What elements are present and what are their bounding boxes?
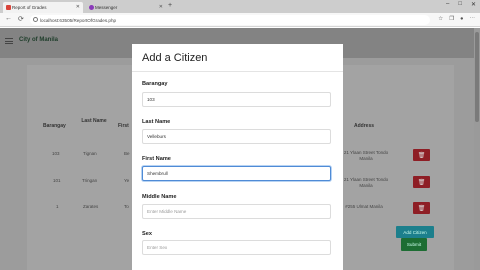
barangay-input[interactable]: 103	[142, 92, 331, 107]
address-bar: ← ⟳ localhost:63505/ReportOfGrades.php ☆…	[0, 13, 480, 27]
close-tab-icon[interactable]: ✕	[76, 4, 80, 10]
cell-barangay: 1	[56, 204, 59, 209]
last-name-input[interactable]: Velleburs	[142, 129, 331, 144]
first-name-input[interactable]: Shembrull	[142, 166, 331, 181]
cell-first: Ye	[124, 178, 130, 183]
browser-actions: ☆ ❐ ● ⋯	[438, 16, 475, 22]
modal-divider	[132, 71, 343, 72]
first-name-label: First Name	[142, 156, 171, 162]
cell-address: #255 Ulmat Manila	[345, 204, 383, 209]
more-icon[interactable]: ⋯	[470, 16, 476, 22]
cell-last-name: Tignan	[83, 151, 97, 156]
delete-button[interactable]: 🗑	[413, 149, 430, 161]
brand-title: City of Manila	[19, 37, 59, 43]
middle-name-input[interactable]: Enter Middle Name	[142, 204, 331, 219]
header-last-name: Last Name	[81, 118, 107, 124]
url-field[interactable]: localhost:63505/ReportOfGrades.php	[30, 15, 430, 25]
sex-label: Sex	[142, 231, 152, 237]
cell-first: To	[124, 204, 129, 209]
tab-label: Messenger	[95, 5, 118, 10]
favicon-icon	[6, 5, 11, 10]
cell-last-name: Tringan	[82, 178, 98, 183]
cell-address: 21 Ylaan Street Tondo Manila	[343, 177, 389, 188]
favorites-icon[interactable]: ☆	[438, 16, 443, 22]
tab-report-of-grades[interactable]: Report of Grades ✕	[3, 2, 83, 13]
refresh-icon[interactable]: ⟳	[18, 15, 24, 23]
back-icon[interactable]: ←	[5, 15, 12, 22]
browser-tabstrip: Report of Grades ✕ Messenger ✕ + – □ ✕	[0, 0, 480, 13]
header-address: Address	[354, 123, 375, 129]
trash-icon: 🗑	[417, 205, 426, 212]
last-name-label: Last Name	[142, 119, 171, 125]
scrollbar-thumb[interactable]	[475, 32, 479, 122]
add-citizen-button[interactable]: Add Citizen	[396, 226, 434, 238]
new-tab-button[interactable]: +	[168, 2, 172, 9]
modal-title: Add a Citizen	[142, 52, 208, 64]
trash-icon: 🗑	[417, 179, 426, 186]
tab-label: Report of Grades	[12, 5, 47, 10]
close-tab-icon[interactable]: ✕	[159, 4, 163, 10]
delete-button[interactable]: 🗑	[413, 176, 430, 188]
trash-icon: 🗑	[417, 152, 426, 159]
header-barangay: Barangay	[43, 123, 66, 129]
minimize-button[interactable]: –	[446, 1, 449, 8]
cell-barangay: 101	[53, 178, 61, 183]
close-window-button[interactable]: ✕	[471, 1, 476, 8]
submit-button[interactable]: Submit	[401, 238, 427, 251]
tab-messenger[interactable]: Messenger ✕	[86, 2, 166, 13]
cell-first: Be	[124, 151, 130, 156]
collections-icon[interactable]: ❐	[449, 16, 454, 22]
profile-icon[interactable]: ●	[460, 16, 463, 22]
window-controls: – □ ✕	[446, 1, 476, 8]
site-info-icon[interactable]	[33, 17, 38, 22]
add-citizen-modal: Add a Citizen Barangay 103 Last Name Vel…	[132, 44, 343, 270]
page-scrollbar[interactable]	[474, 28, 480, 270]
barangay-label: Barangay	[142, 81, 168, 87]
messenger-icon	[89, 5, 94, 10]
maximize-button[interactable]: □	[458, 1, 462, 8]
sex-input[interactable]: Enter Sex	[142, 240, 331, 255]
cell-last-name: Zarates	[83, 204, 99, 209]
delete-button[interactable]: 🗑	[413, 202, 430, 214]
menu-icon[interactable]	[5, 38, 13, 44]
url-text: localhost:63505/ReportOfGrades.php	[40, 17, 117, 23]
cell-address: 21 Ylaan Street Tondo Manila	[343, 150, 389, 161]
cell-barangay: 103	[52, 151, 60, 156]
header-first: First	[118, 123, 129, 129]
middle-name-label: Middle Name	[142, 194, 177, 200]
